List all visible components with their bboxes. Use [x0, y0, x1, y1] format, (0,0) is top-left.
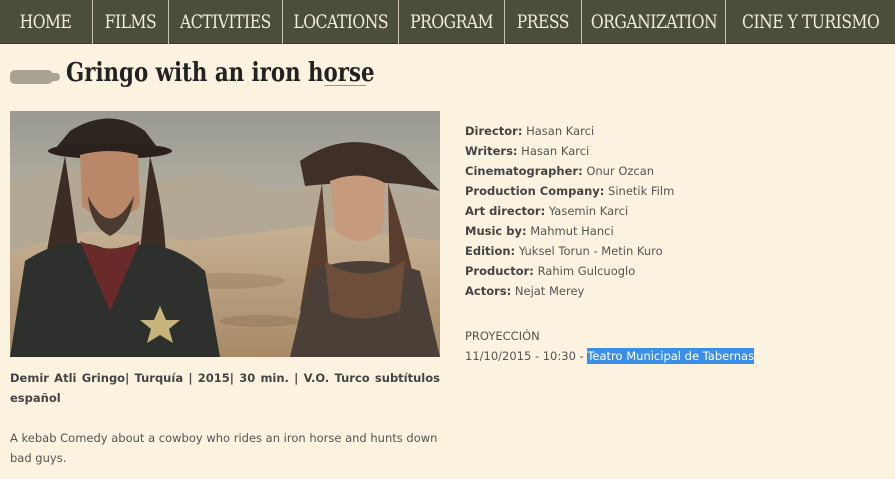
film-still-image: [10, 111, 440, 357]
crew-row-actors: Actors: Nejat Merey: [465, 284, 585, 298]
crew-row-writers: Writers: Hasan Karci: [465, 144, 590, 158]
venue-link[interactable]: Teatro Municipal de Tabernas: [587, 348, 755, 364]
bullet-icon: [10, 70, 60, 84]
nav-cine-y-turismo[interactable]: CINE Y TURISMO: [726, 0, 895, 44]
film-credits-line: Demir Atli Gringo| Turquía | 2015| 30 mi…: [10, 371, 440, 405]
crew-row-production-company: Production Company: Sinetik Film: [465, 184, 675, 198]
nav-activities[interactable]: ACTIVITIES: [169, 0, 283, 44]
crew-row-productor: Productor: Rahim Gulcuoglo: [465, 264, 636, 278]
nav-films[interactable]: FILMS: [93, 0, 169, 44]
projection-datetime: 11/10/2015 - 10:30 -: [465, 349, 588, 363]
crew-row-edition: Edition: Yuksel Torun - Metin Kuro: [465, 244, 663, 258]
crew-row-cinematographer: Cinematographer: Onur Ozcan: [465, 164, 655, 178]
crew-row-music: Music by: Mahmut Hanci: [465, 224, 614, 238]
main-navigation: HOME FILMS ACTIVITIES LOCATIONS PROGRAM …: [0, 0, 895, 44]
projection-heading: PROYECCIÓN: [465, 329, 540, 343]
nav-home[interactable]: HOME: [0, 0, 93, 44]
nav-program[interactable]: PROGRAM: [399, 0, 505, 44]
film-synopsis: A kebab Comedy about a cowboy who rides …: [10, 431, 438, 465]
title-divider: [324, 85, 366, 86]
projection-line: 11/10/2015 - 10:30 - Teatro Municipal de…: [465, 346, 755, 366]
crew-row-art-director: Art director: Yasemin Karci: [465, 204, 629, 218]
crew-row-director: Director: Hasan Karci: [465, 124, 595, 138]
crew-list: Director: Hasan Karci Writers: Hasan Kar…: [465, 121, 865, 301]
title-row: Gringo with an iron horse: [10, 58, 430, 98]
nav-press[interactable]: PRESS: [505, 0, 582, 44]
page-title: Gringo with an iron horse: [66, 58, 375, 88]
nav-locations[interactable]: LOCATIONS: [283, 0, 399, 44]
nav-organization[interactable]: ORGANIZATION: [582, 0, 726, 44]
